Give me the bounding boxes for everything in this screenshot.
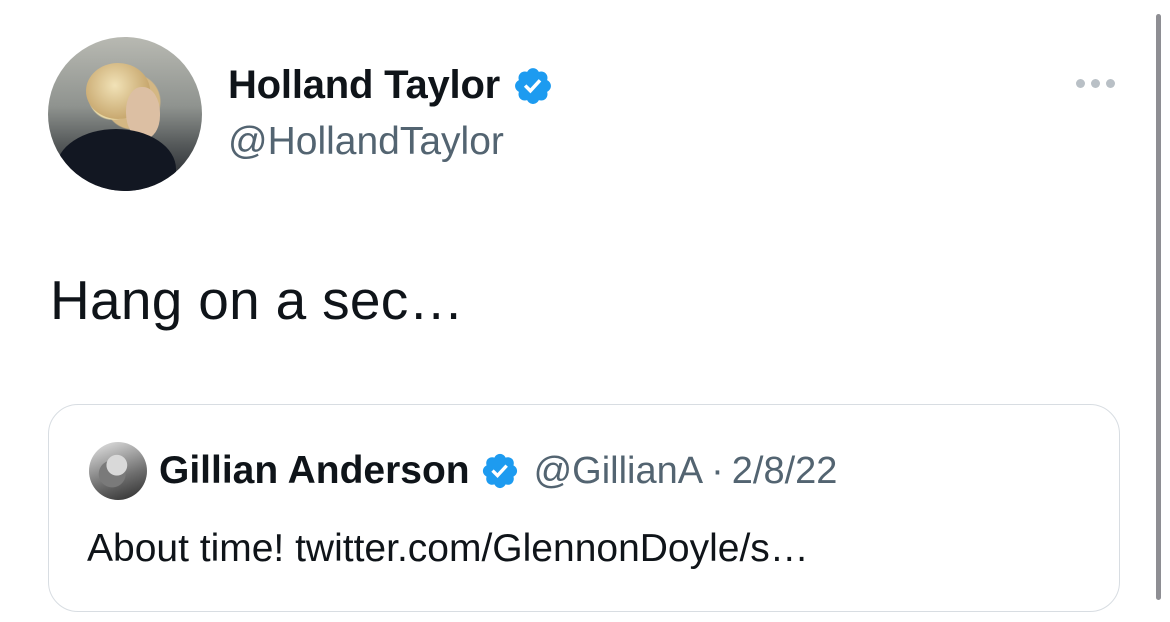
quoted-tweet-header: Gillian Anderson @GillianA · 2/8/22 bbox=[159, 449, 837, 493]
verified-badge-icon bbox=[515, 67, 551, 104]
scrollbar[interactable] bbox=[1156, 14, 1161, 600]
quoted-author-avatar bbox=[89, 442, 147, 500]
more-dot bbox=[1076, 79, 1085, 88]
more-dot bbox=[1106, 79, 1115, 88]
quoted-tweet-card[interactable]: Gillian Anderson @GillianA · 2/8/22 Abou… bbox=[48, 404, 1120, 612]
more-options-icon[interactable] bbox=[1076, 79, 1115, 88]
quoted-tweet-date: 2/8/22 bbox=[731, 449, 838, 492]
author-handle[interactable]: @HollandTaylor bbox=[228, 120, 504, 164]
more-dot bbox=[1091, 79, 1100, 88]
tweet-text: Hang on a sec… bbox=[50, 269, 464, 331]
tweet[interactable]: Holland Taylor @HollandTaylor Hang on a … bbox=[0, 0, 1170, 622]
author-name-row: Holland Taylor bbox=[228, 63, 554, 108]
author-avatar[interactable] bbox=[48, 37, 202, 191]
separator-dot: · bbox=[711, 449, 724, 492]
quoted-tweet-text: About time! twitter.com/GlennonDoyle/s… bbox=[87, 527, 809, 570]
verified-badge-icon bbox=[482, 453, 517, 489]
author-name[interactable]: Holland Taylor bbox=[228, 63, 500, 108]
avatar-coat bbox=[56, 129, 176, 191]
quoted-author-name: Gillian Anderson bbox=[159, 449, 470, 492]
quoted-author-handle: @GillianA bbox=[533, 449, 704, 492]
